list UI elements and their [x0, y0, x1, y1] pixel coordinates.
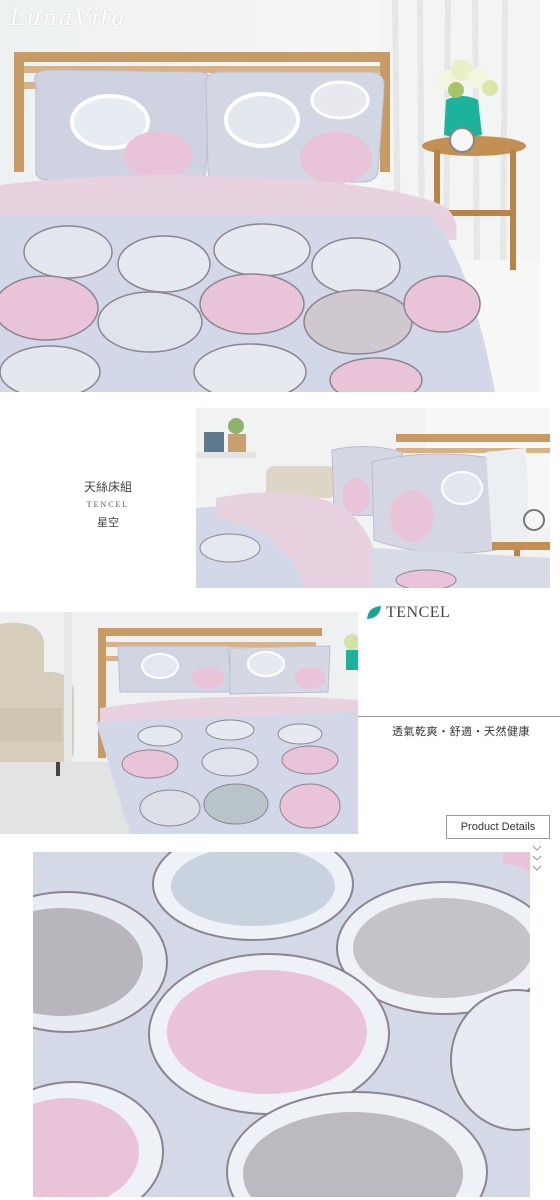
- product-details-label: Product Details: [460, 821, 536, 833]
- tencel-logo-text: TENCEL: [386, 604, 451, 621]
- product-name-en: TENCEL: [86, 500, 130, 509]
- product-name-zh: 天絲床組: [83, 480, 132, 494]
- hero-bedroom-photo: [0, 0, 540, 392]
- divider-line: [358, 716, 560, 717]
- leaf-icon: [367, 606, 381, 619]
- brand-logo: LunaVita: [10, 6, 127, 31]
- chevron-down-icon: [532, 844, 542, 874]
- product-pattern-name: 星空: [97, 516, 119, 529]
- bedroom-side-view-photo: [196, 408, 550, 588]
- tencel-brand-logo: TENCEL: [366, 604, 450, 622]
- product-tagline: 透氣乾爽・舒適・天然健康: [392, 725, 530, 738]
- fabric-closeup-photo: [33, 852, 530, 1197]
- product-details-button[interactable]: Product Details: [446, 815, 550, 839]
- bedroom-front-view-photo: [0, 612, 358, 834]
